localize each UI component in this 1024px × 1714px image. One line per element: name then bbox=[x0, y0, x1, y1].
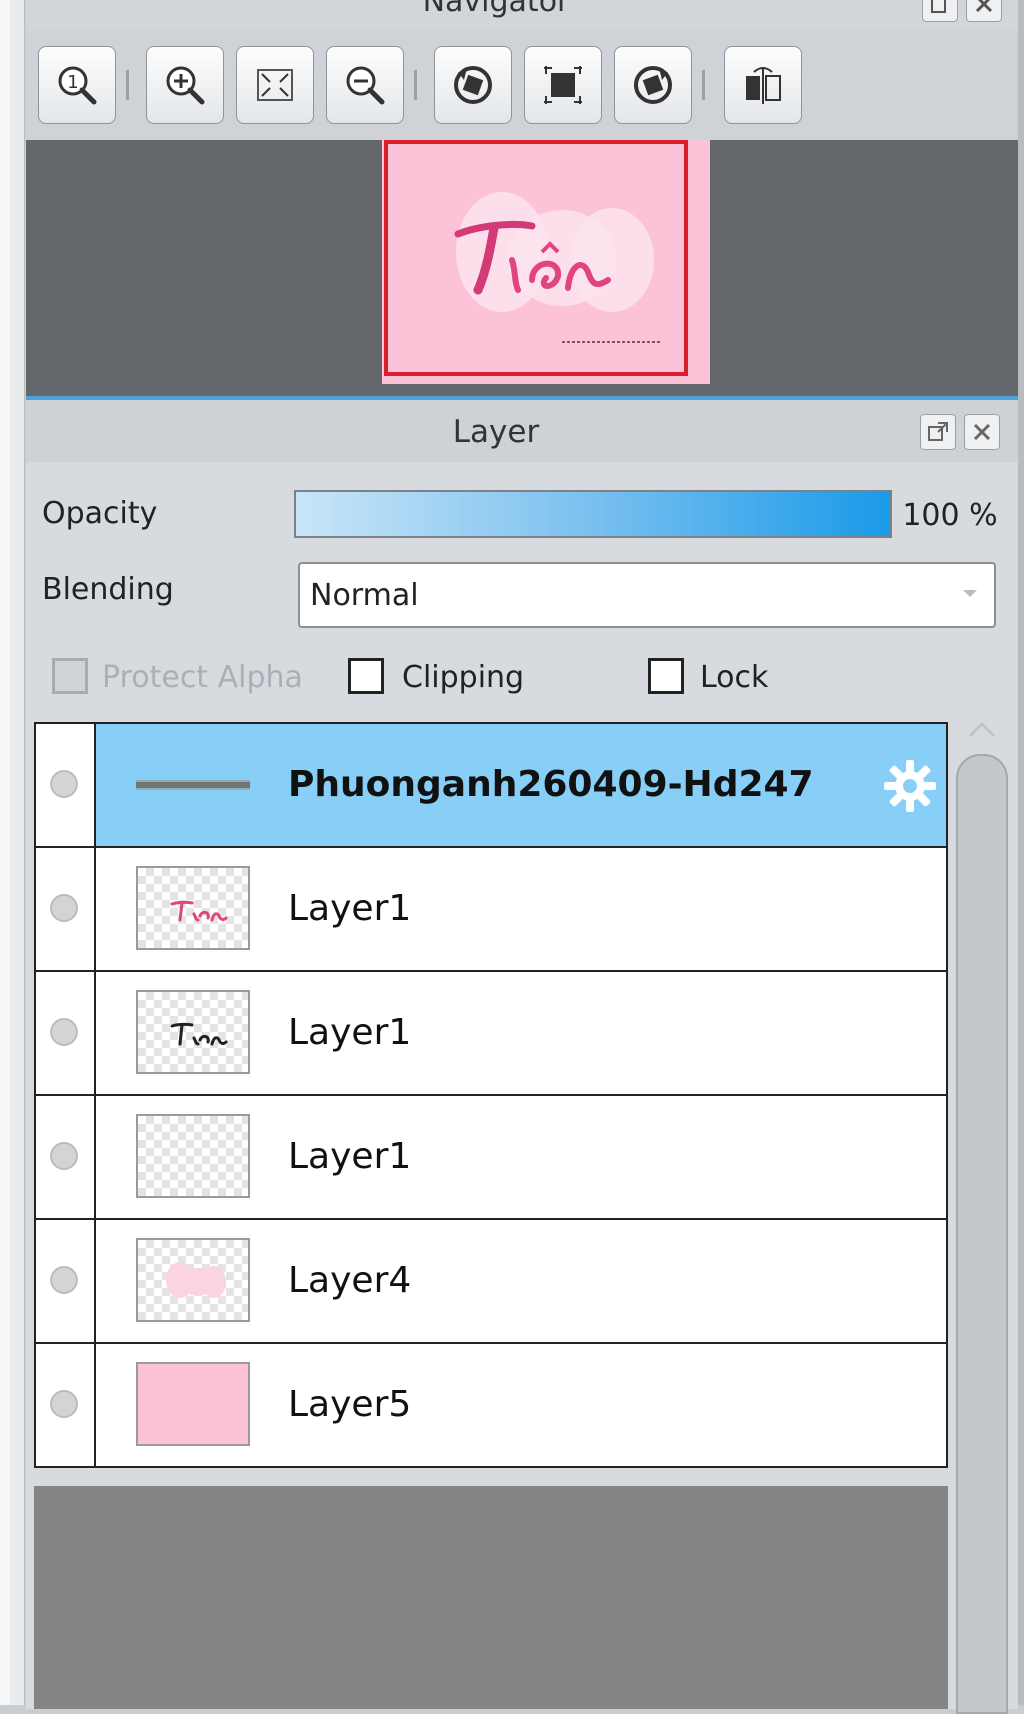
layer-row[interactable]: Layer4 bbox=[34, 1218, 948, 1344]
layer-name: Phuonganh260409-Hd247 bbox=[288, 764, 814, 805]
layer-visibility-cell[interactable] bbox=[36, 1344, 96, 1466]
layer-panel-title: Layer bbox=[452, 414, 540, 450]
layer-name: Layer1 bbox=[288, 888, 412, 929]
layer-list-empty-area bbox=[34, 1486, 948, 1709]
svg-text:1: 1 bbox=[67, 72, 78, 93]
zoom-out-icon bbox=[346, 66, 385, 105]
layer-row[interactable]: Layer1 bbox=[34, 846, 948, 972]
rotate-right-button[interactable] bbox=[614, 46, 692, 124]
navigator-preview[interactable] bbox=[26, 140, 1018, 396]
navigator-toolbar: 1 bbox=[26, 30, 1018, 140]
opacity-label: Opacity bbox=[42, 496, 158, 531]
visibility-toggle[interactable] bbox=[50, 1018, 78, 1046]
lock-label: Lock bbox=[700, 660, 769, 695]
rotate-right-icon bbox=[634, 66, 672, 104]
visibility-toggle[interactable] bbox=[50, 1142, 78, 1170]
close-icon bbox=[973, 423, 991, 441]
clipping-label: Clipping bbox=[402, 660, 525, 695]
clipping-checkbox[interactable] bbox=[348, 658, 384, 694]
layer-visibility-cell[interactable] bbox=[36, 1096, 96, 1218]
layer-panel-close-button[interactable] bbox=[964, 414, 1000, 450]
layer-thumbnail bbox=[136, 1238, 250, 1322]
protect-alpha-checkbox[interactable] bbox=[52, 658, 88, 694]
layer-thumbnail bbox=[136, 1362, 250, 1446]
zoom-in-icon bbox=[166, 66, 205, 105]
visibility-toggle[interactable] bbox=[50, 1390, 78, 1418]
protect-alpha-label: Protect Alpha bbox=[102, 660, 303, 695]
reset-view-button[interactable] bbox=[524, 46, 602, 124]
flip-horizontal-icon bbox=[746, 67, 781, 104]
visibility-toggle[interactable] bbox=[50, 770, 78, 798]
layer-thumbnail bbox=[136, 866, 250, 950]
blending-label: Blending bbox=[42, 572, 174, 607]
right-window-edge bbox=[1018, 0, 1024, 1705]
layer-name: Layer1 bbox=[288, 1012, 412, 1053]
opacity-slider[interactable] bbox=[294, 490, 892, 538]
chevron-down-icon bbox=[963, 590, 977, 597]
layer-row[interactable]: Layer1 bbox=[34, 970, 948, 1096]
navigator-close-button[interactable] bbox=[966, 0, 1002, 22]
layer-name: Layer5 bbox=[288, 1384, 412, 1425]
layer-row[interactable]: Layer5 bbox=[34, 1342, 948, 1468]
layer-visibility-cell[interactable] bbox=[36, 848, 96, 970]
visibility-toggle[interactable] bbox=[50, 1266, 78, 1294]
flip-horizontal-button[interactable] bbox=[724, 46, 802, 124]
layer-panel: Layer Opacity 100 % Blending Normal Prot… bbox=[26, 396, 1018, 1714]
scrollbar-thumb[interactable] bbox=[956, 754, 1008, 1714]
lock-checkbox[interactable] bbox=[648, 658, 684, 694]
layer-row-selected[interactable]: Phuonganh260409-Hd247 bbox=[34, 722, 948, 848]
layer-thumbnail bbox=[136, 990, 250, 1074]
fit-screen-button[interactable] bbox=[236, 46, 314, 124]
layer-name: Layer4 bbox=[288, 1260, 412, 1301]
layer-panel-detach-button[interactable] bbox=[920, 414, 956, 450]
detach-icon bbox=[928, 422, 948, 441]
layer-visibility-cell[interactable] bbox=[36, 724, 96, 846]
opacity-value: 100 % bbox=[902, 498, 998, 533]
layer-folder-thumbnail bbox=[136, 780, 250, 790]
layer-visibility-cell[interactable] bbox=[36, 972, 96, 1094]
navigator-header: Navigator bbox=[26, 0, 1018, 30]
layer-list: Phuonganh260409-Hd247 Layer1 Layer1 Laye… bbox=[34, 722, 948, 1468]
scroll-up-icon[interactable] bbox=[966, 720, 998, 740]
left-window-edge bbox=[0, 0, 25, 1705]
rotate-left-button[interactable] bbox=[434, 46, 512, 124]
zoom-in-button[interactable] bbox=[146, 46, 224, 124]
blending-select[interactable]: Normal bbox=[298, 562, 996, 628]
navigator-view-frame[interactable] bbox=[384, 140, 688, 376]
layer-panel-header: Layer bbox=[26, 400, 1018, 462]
layer-visibility-cell[interactable] bbox=[36, 1220, 96, 1342]
layer-name: Layer1 bbox=[288, 1136, 412, 1177]
layer-thumbnail bbox=[136, 1114, 250, 1198]
reset-view-icon bbox=[544, 66, 582, 104]
blending-value: Normal bbox=[310, 578, 419, 613]
layer-list-scrollbar[interactable] bbox=[952, 716, 1012, 1714]
zoom-out-button[interactable] bbox=[326, 46, 404, 124]
zoom-actual-icon: 1 bbox=[58, 66, 97, 105]
zoom-actual-button[interactable]: 1 bbox=[38, 46, 116, 124]
visibility-toggle[interactable] bbox=[50, 894, 78, 922]
close-icon bbox=[975, 0, 993, 13]
navigator-detach-button[interactable] bbox=[922, 0, 958, 22]
rotate-left-icon bbox=[454, 66, 492, 104]
detach-icon bbox=[931, 0, 946, 13]
fit-screen-icon bbox=[257, 69, 293, 101]
layer-row[interactable]: Layer1 bbox=[34, 1094, 948, 1220]
gear-icon[interactable] bbox=[880, 756, 940, 816]
navigator-title: Navigator bbox=[422, 0, 570, 19]
